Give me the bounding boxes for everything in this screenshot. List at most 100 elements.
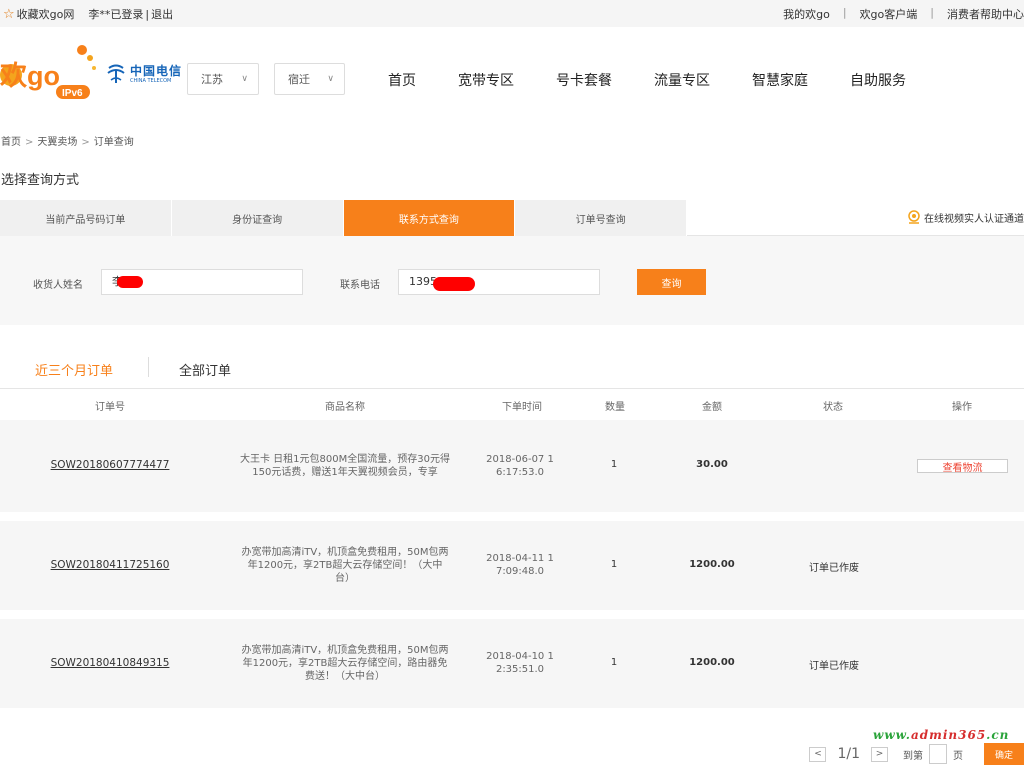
order-tabs-separator	[148, 357, 149, 377]
huango-logo[interactable]: 欢go IPv6	[0, 42, 100, 102]
product-line: 办宽带加高清iTV，机顶盒免费租用，50M包两	[241, 547, 449, 558]
order-quantity: 1	[610, 559, 618, 570]
tab-contact[interactable]: 联系方式查询	[343, 200, 516, 242]
order-number-link[interactable]: SOW20180411725160	[20, 559, 200, 571]
top-sep: |	[842, 6, 847, 19]
phone-input[interactable]: 13951	[398, 269, 600, 295]
product-name[interactable]: 办宽带加高清iTV，机顶盒免费租用，50M包两 年1200元，享2TB超大云存储…	[234, 644, 456, 683]
favorite-link[interactable]: 收藏欢go网	[17, 6, 75, 22]
logo-ipv6: IPv6	[62, 88, 83, 99]
tab-recent-3-months[interactable]: 近三个月订单	[35, 360, 113, 379]
order-status: 订单已作废	[809, 661, 859, 672]
top-sep: |	[930, 6, 934, 19]
nav-sim-plans[interactable]: 号卡套餐	[556, 70, 612, 90]
breadcrumb-current: 订单查询	[93, 137, 134, 148]
product-name[interactable]: 办宽带加高清iTV，机顶盒免费租用，50M包两 年1200元，享2TB超大云存储…	[234, 546, 456, 585]
order-number-link[interactable]: SOW20180607774477	[20, 459, 200, 471]
order-time-line: 2018-04-10 1	[486, 651, 554, 662]
tab-all-orders[interactable]: 全部订单	[179, 360, 231, 379]
col-product-name: 商品名称	[325, 402, 365, 413]
product-line: 大王卡 日租1元包800M全国流量，预存30元得	[240, 454, 450, 465]
product-name[interactable]: 大王卡 日租1元包800M全国流量，预存30元得 150元话费，赠送1年天翼视频…	[234, 453, 456, 479]
query-tabs: 当前产品号码订单 身份证查询 联系方式查询 订单号查询	[0, 200, 687, 242]
my-huango-link[interactable]: 我的欢go	[783, 6, 830, 22]
nav-home[interactable]: 首页	[388, 70, 416, 90]
chevron-down-icon: ∨	[327, 74, 334, 84]
order-number-link[interactable]: SOW20180410849315	[20, 657, 200, 669]
city-select[interactable]: 宿迁 ∨	[274, 63, 345, 95]
telecom-name-en: CHINA TELECOM	[130, 77, 172, 84]
star-icon[interactable]: ☆	[3, 8, 15, 21]
province-value: 江苏	[201, 73, 223, 86]
product-line: 年1200元，享2TB超大云存储空间，路由器免	[242, 658, 448, 669]
watermark-part: .cn	[986, 728, 1010, 742]
city-value: 宿迁	[288, 73, 310, 86]
page-indicator: 1/1	[837, 746, 860, 762]
phone-label: 联系电话	[340, 280, 380, 291]
col-status: 状态	[823, 402, 843, 413]
breadcrumb-home[interactable]: 首页	[1, 137, 21, 148]
nav-smart-home[interactable]: 智慧家庭	[752, 70, 808, 90]
confirm-page-button[interactable]: 确定	[984, 743, 1024, 765]
goto-page-input[interactable]	[929, 744, 947, 764]
col-order-number: 订单号	[95, 402, 125, 413]
product-line: 台）	[335, 573, 355, 584]
client-link[interactable]: 欢go客户端	[860, 6, 918, 22]
order-time-line: 2:35:51.0	[495, 664, 545, 675]
next-page-button[interactable]: >	[871, 746, 888, 762]
order-amount: 1200.00	[689, 657, 735, 668]
china-telecom-logo: 中国电信 CHINA TELECOM	[106, 64, 182, 84]
order-quantity: 1	[610, 657, 618, 668]
top-bar-links: 我的欢go | 欢go客户端 | 消费者帮助中心	[783, 6, 1024, 22]
breadcrumb-mall[interactable]: 天翼卖场	[37, 137, 77, 148]
order-time-line: 7:09:48.0	[495, 566, 545, 577]
top-divider: |	[145, 7, 150, 21]
order-time-line: 6:17:53.0	[495, 467, 545, 478]
orders-table-header: 订单号 商品名称 下单时间 数量 金额 状态 操作	[0, 389, 1024, 419]
table-row: SOW20180410849315 办宽带加高清iTV，机顶盒免费租用，50M包…	[0, 619, 1024, 708]
logout-link[interactable]: 退出	[151, 6, 173, 22]
pagination: < 1/1 > 到第 页 确定	[809, 743, 1024, 765]
name-label: 收货人姓名	[33, 280, 83, 291]
breadcrumb-separator: >	[25, 137, 34, 148]
logo-text: 欢go	[0, 61, 60, 91]
order-quantity: 1	[610, 459, 618, 470]
page-unit-label: 页	[953, 750, 963, 762]
nav-data[interactable]: 流量专区	[654, 70, 710, 90]
order-status: 订单已作废	[809, 563, 859, 574]
product-line: 办宽带加高清iTV，机顶盒免费租用，50M包两	[241, 645, 449, 656]
nav-broadband[interactable]: 宽带专区	[458, 70, 514, 90]
user-status: 李**已登录	[88, 8, 144, 21]
goto-label: 到第	[903, 750, 923, 762]
help-center-link[interactable]: 消费者帮助中心	[947, 6, 1024, 22]
tab-id-card[interactable]: 身份证查询	[171, 200, 344, 236]
chevron-down-icon: ∨	[241, 74, 248, 84]
huango-logo-mark: 欢go IPv6	[0, 45, 96, 99]
order-time: 2018-04-10 1 2:35:51.0	[482, 650, 558, 676]
video-auth-link[interactable]: 在线视频实人认证通道	[907, 210, 1024, 225]
table-row: SOW20180607774477 大王卡 日租1元包800M全国流量，预存30…	[0, 420, 1024, 512]
breadcrumb: 首页 > 天翼卖场 > 订单查询	[1, 133, 134, 148]
tab-order-number[interactable]: 订单号查询	[515, 200, 687, 236]
table-row: SOW20180411725160 办宽带加高清iTV，机顶盒免费租用，50M包…	[0, 521, 1024, 610]
prev-page-button[interactable]: <	[809, 746, 827, 762]
col-order-time: 下单时间	[502, 402, 542, 413]
telecom-name: 中国电信 CHINA TELECOM	[130, 65, 182, 84]
col-amount: 金额	[702, 402, 722, 413]
main-nav: 首页 宽带专区 号卡套餐 流量专区 智慧家庭 自助服务	[388, 70, 948, 90]
order-amount: 1200.00	[689, 559, 735, 570]
product-line: 150元话费，赠送1年天翼视频会员，专享	[252, 467, 438, 478]
query-button[interactable]: 查询	[637, 269, 706, 295]
nav-self-service[interactable]: 自助服务	[850, 70, 906, 90]
site-watermark: www.admin365.cn	[873, 728, 1009, 742]
section-title: 选择查询方式	[1, 173, 80, 188]
view-logistics-button[interactable]: 查看物流	[917, 459, 1008, 474]
top-bar: ☆ 收藏欢go网 李**已登录 | 退出 我的欢go | 欢go客户端 | 消费…	[0, 0, 1024, 27]
col-quantity: 数量	[605, 402, 625, 413]
province-select[interactable]: 江苏 ∨	[187, 63, 259, 95]
product-line: 年1200元，享2TB超大云存储空间！（大中	[247, 560, 443, 571]
product-line: 费送！（大中台）	[305, 671, 385, 682]
watermark-part: www.	[873, 728, 911, 742]
tab-current-number[interactable]: 当前产品号码订单	[0, 200, 172, 236]
telecom-name-cn: 中国电信	[130, 63, 183, 78]
